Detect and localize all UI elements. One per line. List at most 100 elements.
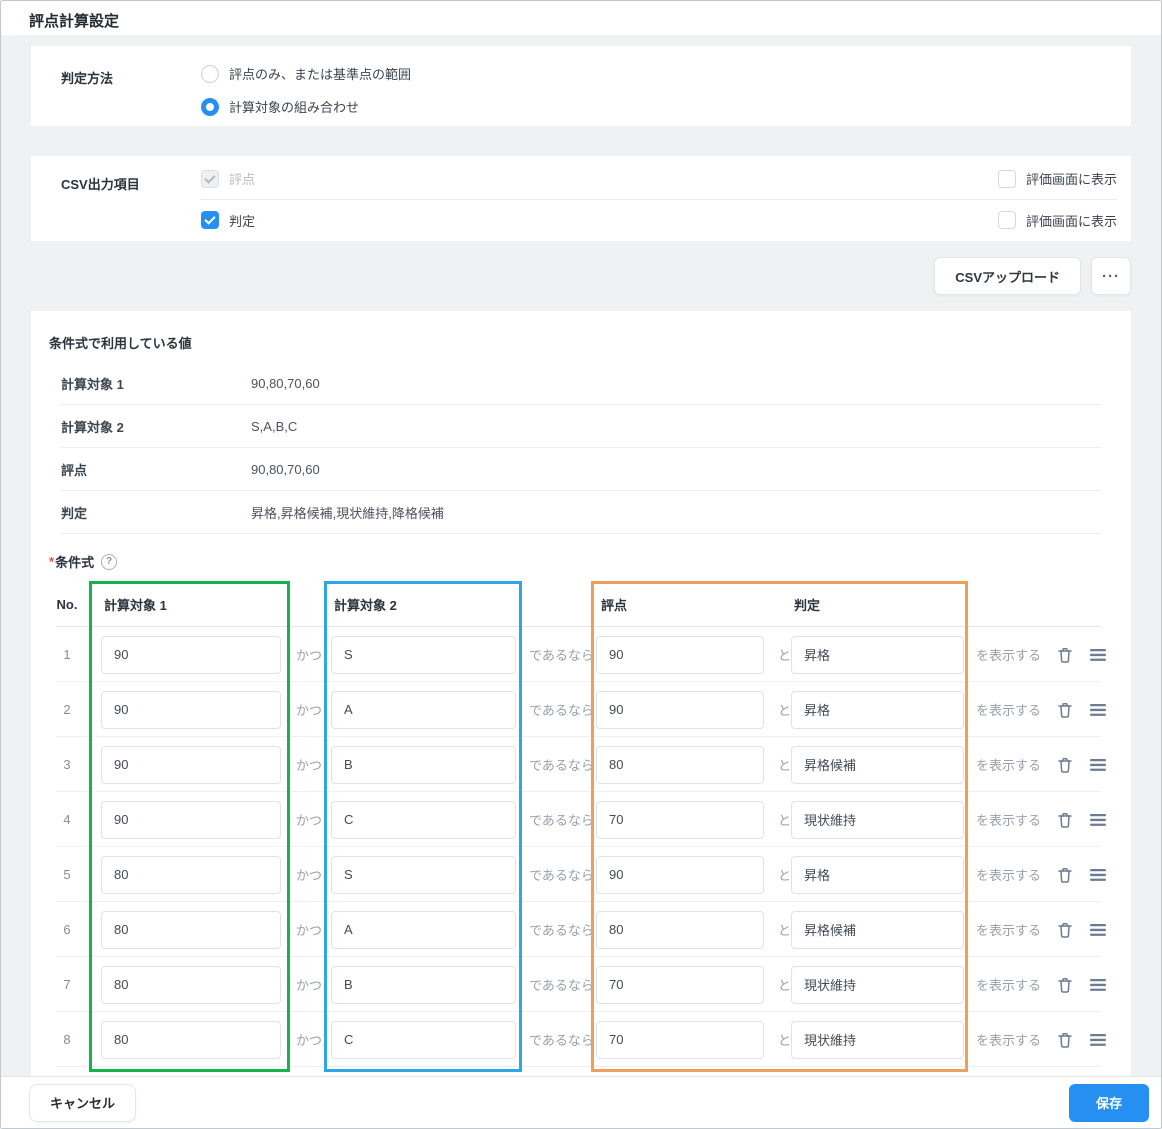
judgement-input[interactable] — [791, 745, 964, 784]
connector-then: であるなら — [529, 1033, 594, 1048]
delete-row-button[interactable] — [1056, 701, 1074, 719]
trash-icon — [1058, 702, 1072, 718]
show-on-eval-label: 評価画面に表示 — [1025, 213, 1117, 229]
delete-row-button[interactable] — [1056, 976, 1074, 994]
connector-then: であるなら — [529, 703, 594, 718]
delete-row-button[interactable] — [1056, 646, 1074, 664]
radio-option-combination[interactable]: 計算対象の組み合わせ — [201, 97, 411, 116]
drag-handle-button[interactable] — [1090, 1033, 1107, 1047]
target2-input[interactable] — [331, 965, 516, 1004]
csv-upload-button[interactable]: CSVアップロード — [934, 257, 1081, 295]
judgement-input[interactable] — [791, 800, 964, 839]
row-number: 2 — [63, 702, 71, 717]
connector-display: を表示する — [976, 978, 1042, 993]
score-input[interactable] — [596, 1020, 764, 1059]
header-no: No. — [56, 596, 78, 612]
target1-input[interactable] — [101, 1020, 281, 1059]
connector-display: を表示する — [976, 868, 1042, 883]
target2-input[interactable] — [331, 690, 516, 729]
drag-handle-button[interactable] — [1090, 758, 1107, 772]
target2-input[interactable] — [331, 745, 516, 784]
footer-bar: キャンセル 保存 — [1, 1076, 1161, 1128]
target1-input[interactable] — [101, 965, 281, 1004]
more-options-button[interactable]: ··· — [1091, 257, 1131, 295]
csv-output-rows: 評点 評価画面に表示 判定 評価画面に表示 — [201, 156, 1117, 241]
radio-option-score-range[interactable]: 評点のみ、または基準点の範囲 — [201, 64, 411, 83]
target2-input[interactable] — [331, 800, 516, 839]
trash-icon — [1058, 812, 1072, 828]
delete-row-button[interactable] — [1056, 866, 1074, 884]
connector-then: であるなら — [529, 868, 594, 883]
connector-then: であるなら — [529, 813, 594, 828]
radio-unselected-icon[interactable] — [201, 64, 219, 83]
target1-input[interactable] — [101, 855, 281, 894]
connector-with: と — [778, 868, 792, 883]
connector-with: と — [778, 923, 792, 938]
condition-row: 3 かつ であるなら と を表示する — [31, 737, 1131, 792]
drag-handle-button[interactable] — [1090, 813, 1107, 827]
score-input[interactable] — [596, 965, 764, 1004]
connector-then: であるなら — [529, 758, 594, 773]
radio-selected-icon[interactable] — [201, 97, 219, 116]
table-toolbar: CSVアップロード ··· — [1, 241, 1161, 311]
connector-and: かつ — [296, 703, 323, 718]
page-title: 評点計算設定 — [1, 1, 1161, 35]
values-row-value: 90,80,70,60 — [251, 375, 320, 391]
drag-handle-button[interactable] — [1090, 703, 1107, 717]
score-input[interactable] — [596, 910, 764, 949]
checkbox-unchecked-icon[interactable] — [997, 211, 1016, 229]
connector-display: を表示する — [976, 703, 1042, 718]
delete-row-button[interactable] — [1056, 756, 1074, 774]
row-number: 4 — [63, 812, 71, 827]
target1-input[interactable] — [101, 910, 281, 949]
csv-output-row-judgement: 判定 評価画面に表示 — [201, 199, 1117, 240]
values-in-use-table: 計算対象 1 90,80,70,60 計算対象 2 S,A,B,C 評点 90,… — [31, 362, 1131, 534]
delete-row-button[interactable] — [1056, 921, 1074, 939]
delete-row-button[interactable] — [1056, 811, 1074, 829]
trash-icon — [1058, 1032, 1072, 1048]
judgement-input[interactable] — [791, 855, 964, 894]
score-input[interactable] — [596, 635, 764, 674]
cancel-button[interactable]: キャンセル — [29, 1083, 137, 1122]
csv-output-label: CSV出力項目 — [61, 177, 140, 192]
target1-input[interactable] — [101, 635, 281, 674]
save-button[interactable]: 保存 — [1069, 1083, 1149, 1122]
conditions-title: * 条件式 ? — [49, 552, 1131, 571]
target1-input[interactable] — [101, 800, 281, 839]
judgement-input[interactable] — [791, 635, 964, 674]
judgement-input[interactable] — [791, 965, 964, 1004]
score-input[interactable] — [596, 800, 764, 839]
help-icon[interactable]: ? — [101, 553, 118, 570]
drag-handle-button[interactable] — [1090, 923, 1107, 937]
target2-input[interactable] — [331, 1020, 516, 1059]
trash-icon — [1058, 977, 1072, 993]
trash-icon — [1058, 922, 1072, 938]
drag-handle-button[interactable] — [1090, 648, 1107, 662]
score-input[interactable] — [596, 855, 764, 894]
judgement-input[interactable] — [791, 690, 964, 729]
checkbox-unchecked-icon[interactable] — [997, 169, 1016, 188]
row-number: 8 — [63, 1032, 71, 1047]
score-input[interactable] — [596, 745, 764, 784]
values-row-label: 計算対象 1 — [61, 376, 124, 392]
target1-input[interactable] — [101, 690, 281, 729]
target1-input[interactable] — [101, 745, 281, 784]
drag-handle-button[interactable] — [1090, 978, 1107, 992]
target2-input[interactable] — [331, 855, 516, 894]
drag-handle-button[interactable] — [1090, 868, 1107, 882]
drag-handle-icon — [1090, 758, 1106, 771]
target2-input[interactable] — [331, 635, 516, 674]
trash-icon — [1058, 757, 1072, 773]
delete-row-button[interactable] — [1056, 1031, 1074, 1049]
checkbox-checked-disabled-icon — [201, 169, 219, 188]
target2-input[interactable] — [331, 910, 516, 949]
judgement-input[interactable] — [791, 910, 964, 949]
score-input[interactable] — [596, 690, 764, 729]
checkbox-checked-icon[interactable] — [201, 211, 219, 229]
drag-handle-icon — [1090, 813, 1106, 826]
connector-display: を表示する — [976, 648, 1042, 663]
judgement-input[interactable] — [791, 1020, 964, 1059]
csv-output-row-score: 評点 評価画面に表示 — [201, 158, 1117, 199]
conditions-card: 条件式で利用している値 計算対象 1 90,80,70,60 計算対象 2 S,… — [31, 311, 1131, 1076]
header-target2: 計算対象 2 — [334, 597, 397, 613]
